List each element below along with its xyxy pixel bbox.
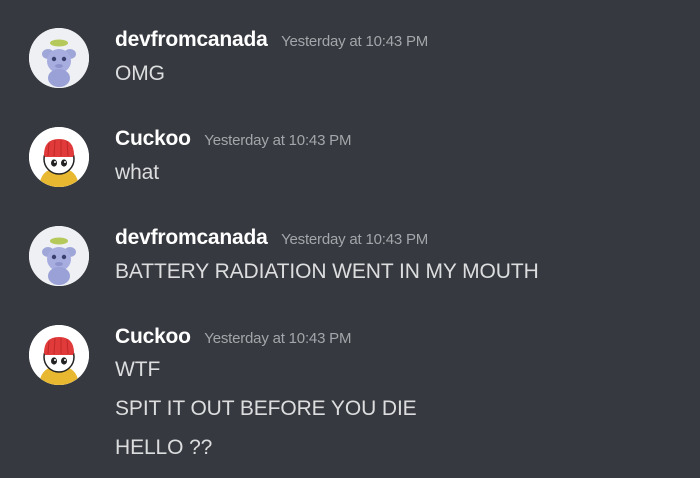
message-text: SPIT IT OUT BEFORE YOU DIE [115,397,417,420]
timestamp[interactable]: Yesterday at 10:43 PM [281,33,428,50]
cuckoo-avatar-icon [29,325,89,385]
timestamp[interactable]: Yesterday at 10:43 PM [281,231,428,248]
user-avatar[interactable] [29,226,89,286]
message-header: devfromcanada Yesterday at 10:43 PM [115,28,428,54]
message-text: OMG [115,62,165,85]
user-avatar[interactable] [29,127,89,187]
message-text: WTF [115,358,161,381]
user-avatar[interactable] [29,28,89,88]
username[interactable]: Cuckoo [115,325,191,349]
message-header: Cuckoo Yesterday at 10:43 PM [115,127,351,153]
chat-message-list: devfromcanada Yesterday at 10:43 PM OMG [0,0,700,478]
message-text: HELLO ?? [115,436,213,459]
message-text: BATTERY RADIATION WENT IN MY MOUTH [115,260,539,283]
timestamp[interactable]: Yesterday at 10:43 PM [204,330,351,347]
user-avatar[interactable] [29,325,89,385]
wumpus-avatar-icon [29,226,89,286]
timestamp[interactable]: Yesterday at 10:43 PM [204,132,351,149]
wumpus-avatar-icon [29,28,89,88]
cuckoo-avatar-icon [29,127,89,187]
message-header: Cuckoo Yesterday at 10:43 PM [115,325,351,351]
username[interactable]: devfromcanada [115,28,268,52]
username[interactable]: Cuckoo [115,127,191,151]
message-header: devfromcanada Yesterday at 10:43 PM [115,226,428,252]
username[interactable]: devfromcanada [115,226,268,250]
message-text: what [115,161,159,184]
